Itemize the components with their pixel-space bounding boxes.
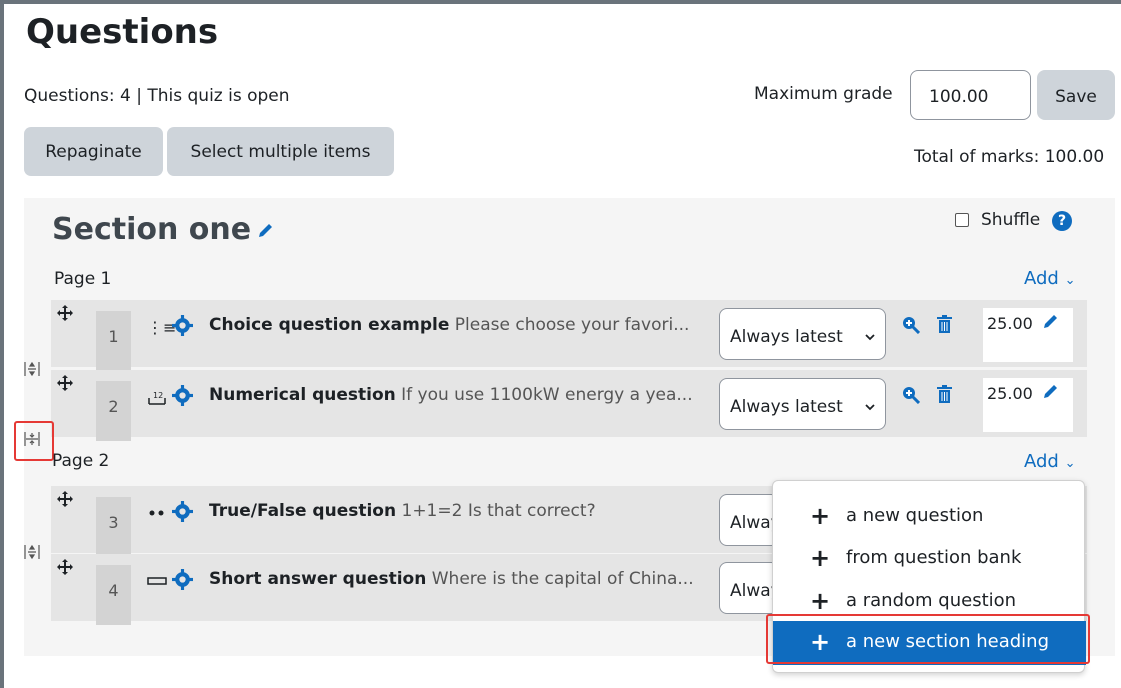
version-value: Always latest xyxy=(730,397,843,417)
question-name: Choice question example xyxy=(209,315,450,335)
chevron-down-icon: ⌄ xyxy=(1064,456,1076,471)
version-value: Always latest xyxy=(730,327,843,347)
total-marks: Total of marks: 100.00 xyxy=(914,147,1105,167)
question-text: Numerical question If you use 1100kW ene… xyxy=(209,385,767,405)
max-grade-input[interactable]: 100.00 xyxy=(910,70,1031,120)
plus-icon: + xyxy=(810,587,831,615)
gear-icon[interactable] xyxy=(172,315,193,336)
question-number: 3 xyxy=(96,497,131,557)
help-icon[interactable]: ? xyxy=(1052,211,1072,231)
gear-icon[interactable] xyxy=(172,501,193,522)
gear-icon[interactable] xyxy=(172,569,193,590)
add-label: Add xyxy=(1024,268,1059,289)
multichoice-icon: ⋮≡ xyxy=(147,318,177,337)
shuffle-checkbox[interactable] xyxy=(955,213,969,227)
menu-item-label: a new question xyxy=(846,505,984,526)
preview-zoom-icon[interactable] xyxy=(902,386,920,404)
repaginate-button[interactable]: Repaginate xyxy=(24,127,163,176)
question-text: Short answer question Where is the capit… xyxy=(209,569,719,589)
question-preview: Where is the capital of China... xyxy=(426,569,694,589)
version-select[interactable]: Alway xyxy=(719,562,779,614)
edit-mark-pencil-icon[interactable] xyxy=(1041,383,1061,401)
edit-mark-pencil-icon[interactable] xyxy=(1041,313,1061,331)
highlight-box xyxy=(766,614,1090,664)
move-icon[interactable] xyxy=(57,491,73,507)
window-frame-left xyxy=(0,0,4,688)
page-2-label: Page 2 xyxy=(52,451,110,471)
question-preview: Please choose your favori... xyxy=(449,315,690,335)
page-title: Questions xyxy=(26,12,219,52)
plus-icon: + xyxy=(810,502,831,530)
numerical-icon: 12 xyxy=(148,391,166,405)
shortanswer-icon xyxy=(147,577,167,585)
question-preview: 1+1=2 Is that correct? xyxy=(396,501,596,521)
highlight-box xyxy=(14,421,54,461)
add-menu-page-1[interactable]: Add ⌄ xyxy=(1024,268,1076,289)
truefalse-icon xyxy=(149,510,164,516)
page-1-label: Page 1 xyxy=(54,269,112,289)
mark-value: 25.00 xyxy=(987,384,1033,403)
section-title: Section one xyxy=(52,212,252,247)
chevron-down-icon xyxy=(865,404,875,411)
version-select[interactable]: Always latest xyxy=(719,378,886,430)
add-new-question-item[interactable]: + a new question xyxy=(773,495,1086,539)
move-icon[interactable] xyxy=(57,305,73,321)
gear-icon[interactable] xyxy=(172,385,193,406)
menu-item-label: a random question xyxy=(846,590,1017,611)
svg-text:12: 12 xyxy=(153,391,163,400)
menu-item-label: from question bank xyxy=(846,547,1022,568)
add-page-break-icon[interactable] xyxy=(23,543,41,561)
question-row: 2 12 Numerical question If you use 1100k… xyxy=(51,370,1087,441)
add-from-bank-item[interactable]: + from question bank xyxy=(773,537,1086,581)
chevron-down-icon: ⌄ xyxy=(1064,273,1076,288)
trash-icon[interactable] xyxy=(937,385,952,403)
select-multiple-button[interactable]: Select multiple items xyxy=(167,127,394,176)
move-icon[interactable] xyxy=(57,559,73,575)
trash-icon[interactable] xyxy=(937,315,952,333)
question-text: Choice question example Please choose yo… xyxy=(209,315,767,335)
add-menu-page-2[interactable]: Add ⌄ xyxy=(1024,451,1076,472)
edit-section-pencil-icon[interactable] xyxy=(256,222,276,240)
question-mark[interactable]: 25.00 xyxy=(983,378,1073,432)
question-row: 1 ⋮≡ Choice question example Please choo… xyxy=(51,300,1087,371)
question-preview: If you use 1100kW energy a yea... xyxy=(395,385,693,405)
question-number: 1 xyxy=(96,311,131,371)
question-number: 2 xyxy=(96,381,131,441)
question-text: True/False question 1+1=2 Is that correc… xyxy=(209,501,719,521)
question-name: Short answer question xyxy=(209,569,427,589)
question-name: True/False question xyxy=(209,501,397,521)
question-name: Numerical question xyxy=(209,385,396,405)
version-select[interactable]: Always latest xyxy=(719,308,886,360)
save-button[interactable]: Save xyxy=(1037,70,1115,120)
question-mark[interactable]: 25.00 xyxy=(983,308,1073,362)
move-icon[interactable] xyxy=(57,375,73,391)
mark-value: 25.00 xyxy=(987,314,1033,333)
preview-zoom-icon[interactable] xyxy=(902,316,920,334)
shuffle-label: Shuffle xyxy=(981,210,1041,230)
add-page-break-icon[interactable] xyxy=(23,360,41,378)
max-grade-label: Maximum grade xyxy=(754,84,893,104)
version-select[interactable]: Alway xyxy=(719,494,779,546)
chevron-down-icon xyxy=(865,334,875,341)
add-label: Add xyxy=(1024,451,1059,472)
quiz-status: Questions: 4 | This quiz is open xyxy=(24,86,290,106)
question-number: 4 xyxy=(96,565,131,625)
window-frame-top xyxy=(0,0,1121,4)
plus-icon: + xyxy=(810,544,831,572)
